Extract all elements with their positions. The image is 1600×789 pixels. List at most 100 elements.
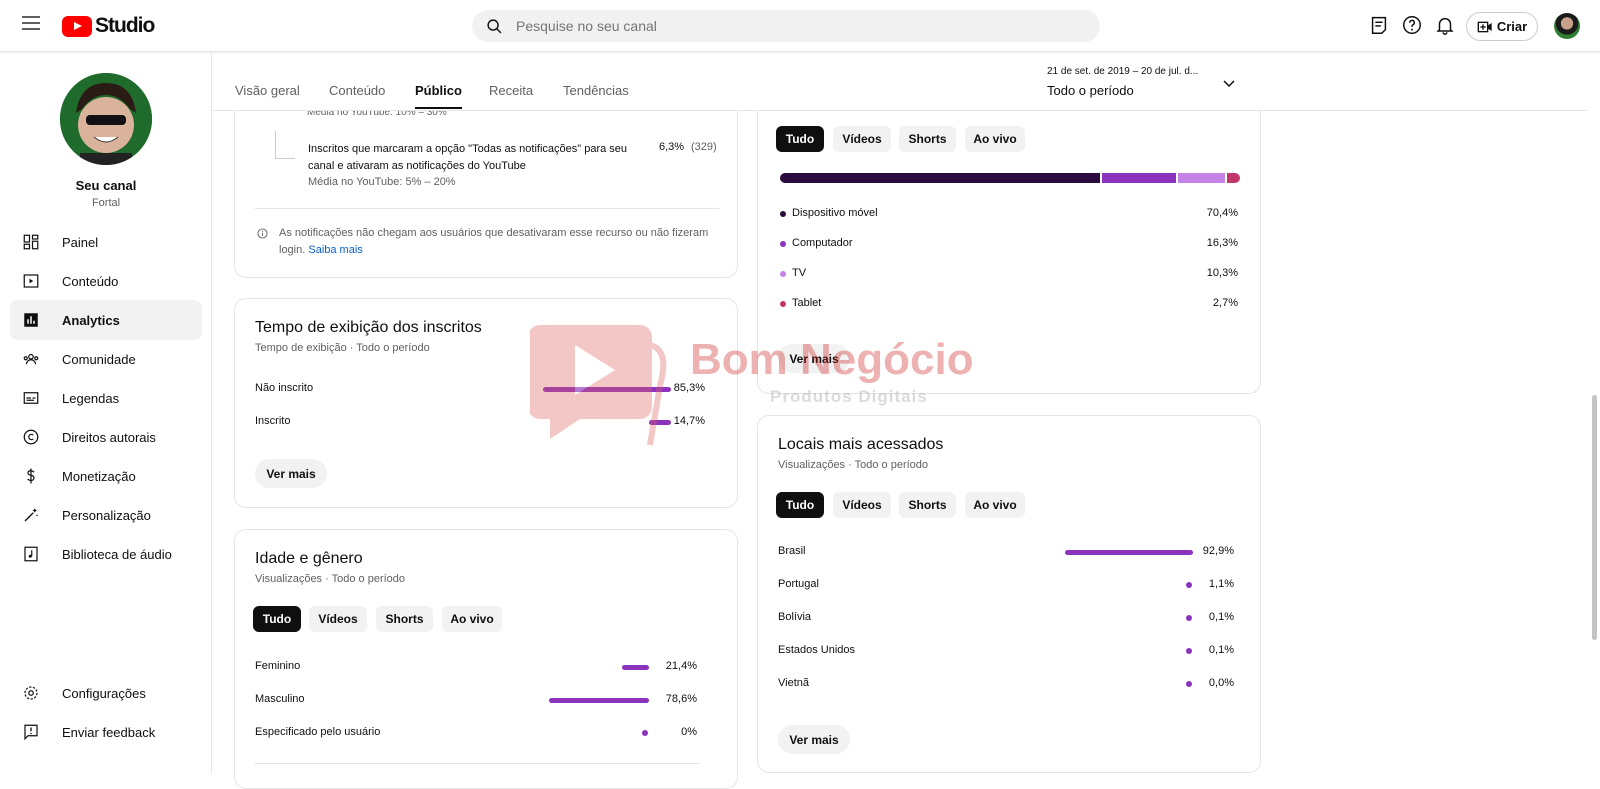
row-value: 2,7% — [1212, 297, 1238, 309]
notifications-icon[interactable] — [1434, 14, 1456, 36]
row-label: Não inscrito — [255, 382, 314, 394]
community-icon — [23, 353, 39, 365]
notif-row-avg: Média no YouTube: 5% – 20% — [308, 176, 456, 188]
row-label: Inscrito — [255, 415, 291, 427]
filter-chip-shorts[interactable]: Shorts — [899, 492, 956, 518]
sidebar-item-audio-library[interactable]: Biblioteca de áudio — [10, 534, 202, 574]
location-bar — [1065, 550, 1193, 555]
filter-chip-live[interactable]: Ao vivo — [965, 126, 1025, 152]
row-value: 92,9% — [1202, 545, 1234, 557]
legend-dot — [780, 271, 786, 277]
create-button-label: Criar — [1496, 19, 1528, 34]
row-label: Feminino — [255, 660, 301, 672]
tab-content[interactable]: Conteúdo — [329, 83, 385, 98]
chevron-down-icon — [1223, 80, 1235, 88]
sidebar-item-label: Conteúdo — [62, 273, 119, 289]
sidebar-item-label: Legendas — [62, 390, 120, 406]
sidebar-item-label: Configurações — [62, 685, 146, 701]
sidebar-item-label: Biblioteca de áudio — [62, 546, 172, 562]
create-button[interactable]: Criar — [1466, 12, 1538, 41]
learn-more-link[interactable]: Saiba mais — [308, 244, 362, 256]
feedback-icon — [24, 724, 38, 741]
gender-bar — [622, 665, 649, 670]
search-box[interactable] — [472, 10, 1100, 42]
see-more-button[interactable]: Ver mais — [778, 344, 850, 373]
filter-chip-videos[interactable]: Vídeos — [833, 492, 891, 518]
tab-audience[interactable]: Público — [415, 83, 462, 109]
gender-dot — [642, 730, 648, 736]
messages-icon[interactable] — [1368, 14, 1390, 36]
menu-icon[interactable] — [22, 16, 40, 30]
see-more-button[interactable]: Ver mais — [778, 725, 850, 754]
legend-dot — [780, 211, 786, 217]
device-segment-mobile — [780, 173, 1100, 183]
device-segment-tv — [1178, 173, 1225, 183]
search-input[interactable] — [516, 10, 1076, 42]
sidebar-item-label: Enviar feedback — [62, 724, 156, 740]
filter-chip-shorts[interactable]: Shorts — [376, 606, 433, 632]
filter-chip-videos[interactable]: Vídeos — [833, 126, 891, 152]
period-label: Todo o período — [1047, 83, 1134, 98]
sidebar-item-copyright[interactable]: Direitos autorais — [10, 417, 202, 457]
sidebar-item-monetization[interactable]: Monetização — [10, 456, 202, 496]
logo-text: Studio — [95, 14, 155, 37]
sidebar-item-label: Monetização — [62, 468, 136, 484]
notifications-note: As notificações não chegam aos usuários … — [279, 225, 719, 259]
row-label: Portugal — [778, 578, 819, 590]
row-value: 1,1% — [1208, 578, 1234, 590]
subtitles-icon — [23, 392, 39, 404]
filter-chip-all[interactable]: Tudo — [253, 606, 301, 632]
scrollbar-thumb[interactable] — [1592, 395, 1597, 640]
sidebar-item-customization[interactable]: Personalização — [10, 495, 202, 535]
card-subtitle: Visualizações · Todo o período — [778, 459, 929, 471]
tab-overview[interactable]: Visão geral — [235, 83, 300, 98]
filter-chip-all[interactable]: Tudo — [776, 492, 824, 518]
customization-icon — [24, 508, 39, 522]
account-avatar[interactable] — [1554, 13, 1580, 39]
sidebar-item-dashboard[interactable]: Painel — [10, 222, 202, 262]
card-title: Idade e gênero — [255, 550, 363, 567]
sidebar-item-community[interactable]: Comunidade — [10, 339, 202, 379]
row-value: 85,3% — [673, 382, 705, 394]
tab-revenue[interactable]: Receita — [489, 83, 533, 98]
gender-bar — [549, 698, 649, 703]
sidebar: Seu canal Fortal Painel Conteúdo Analyti… — [0, 53, 212, 773]
filter-chip-live[interactable]: Ao vivo — [442, 606, 502, 632]
row-value: 70,4% — [1206, 207, 1238, 219]
sidebar-item-content[interactable]: Conteúdo — [10, 261, 202, 301]
row-value: 78,6% — [665, 693, 697, 705]
filter-chip-videos[interactable]: Vídeos — [309, 606, 367, 632]
filter-chip-live[interactable]: Ao vivo — [965, 492, 1025, 518]
notif-row-value: 6,3% — [659, 141, 685, 153]
audio-library-icon — [24, 546, 38, 562]
studio-logo[interactable]: Studio — [62, 14, 155, 38]
sidebar-item-subtitles[interactable]: Legendas — [10, 378, 202, 418]
row-label: Computador — [792, 237, 853, 249]
row-value: 0% — [681, 726, 697, 738]
filter-chip-shorts[interactable]: Shorts — [899, 126, 956, 152]
device-segment-tablet — [1227, 173, 1240, 183]
settings-icon — [24, 686, 38, 700]
divider — [255, 208, 719, 209]
row-value: 0,1% — [1208, 644, 1234, 656]
tab-trends[interactable]: Tendências — [563, 83, 629, 98]
card-subtitle: Tempo de exibição · Todo o período — [255, 342, 430, 354]
page-scrollbar[interactable] — [1588, 53, 1600, 773]
dashboard-icon — [23, 234, 39, 250]
youtube-logo-icon — [62, 15, 92, 37]
notif-row-count: (329) — [691, 141, 717, 153]
search-icon — [487, 19, 502, 34]
filter-chip-all[interactable]: Tudo — [776, 126, 824, 152]
period-selector[interactable]: 21 de set. de 2019 – 20 de jul. d... Tod… — [1047, 66, 1235, 98]
sidebar-item-settings[interactable]: Configurações — [10, 673, 202, 713]
sidebar-item-label: Direitos autorais — [62, 429, 156, 445]
watch-time-bar — [543, 387, 671, 392]
subscriber-watch-time-card: Tempo de exibição dos inscritos Tempo de… — [234, 298, 738, 508]
row-value: 16,3% — [1206, 237, 1238, 249]
content-icon — [23, 274, 39, 288]
sidebar-item-analytics[interactable]: Analytics — [10, 300, 202, 340]
sidebar-item-feedback[interactable]: Enviar feedback — [10, 712, 202, 752]
channel-avatar[interactable] — [60, 73, 152, 165]
see-more-button[interactable]: Ver mais — [255, 459, 327, 488]
help-icon[interactable] — [1401, 14, 1423, 36]
